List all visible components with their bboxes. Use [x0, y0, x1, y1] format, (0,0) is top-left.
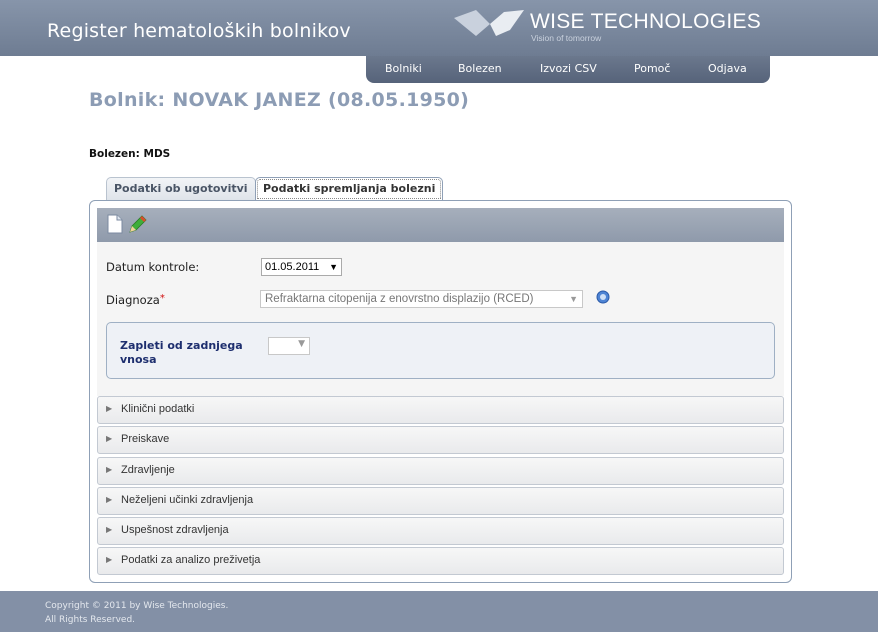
complications-label: Zapleti od zadnjega vnosa — [120, 339, 243, 366]
nav-item-bolniki[interactable]: Bolniki — [385, 56, 422, 82]
section-uspesnost[interactable]: ▶ Uspešnost zdravljenja — [97, 517, 784, 545]
triangle-right-icon: ▶ — [106, 404, 113, 413]
date-value: 01.05.2011 — [265, 261, 320, 273]
logo-name: WISE TECHNOLOGIES — [530, 10, 762, 33]
date-select[interactable]: 01.05.2011 ▼ — [261, 258, 342, 276]
section-klinicni-podatki[interactable]: ▶ Klinični podatki — [97, 396, 784, 424]
complications-select[interactable]: ▼ — [268, 337, 310, 355]
chevron-down-icon: ▼ — [298, 339, 305, 349]
triangle-right-icon: ▶ — [106, 434, 113, 443]
patient-title: Bolnik: NOVAK JANEZ (08.05.1950) — [89, 89, 470, 111]
triangle-right-icon: ▶ — [106, 555, 113, 564]
chevron-down-icon: ▼ — [569, 294, 578, 304]
section-zdravljenje[interactable]: ▶ Zdravljenje — [97, 457, 784, 485]
logo-mark-icon — [454, 10, 524, 36]
company-logo: WISE TECHNOLOGIES Vision of tomorrow — [452, 4, 772, 44]
edit-pencil-icon[interactable] — [127, 213, 149, 235]
nav-item-odjava[interactable]: Odjava — [708, 56, 747, 82]
main-nav: Bolniki Bolezen Izvozi CSV Pomoč Odjava — [366, 56, 770, 83]
diagnosis-value: Refraktarna citopenija z enovrstno displ… — [265, 293, 534, 305]
tab-podatki-spremljanja[interactable]: Podatki spremljanja bolezni — [255, 177, 444, 201]
logo-tagline: Vision of tomorrow — [531, 33, 602, 43]
required-marker: * — [159, 293, 165, 304]
section-label: Neželjeni učinki zdravljenja — [121, 494, 254, 506]
diagnosis-label: Diagnoza* — [106, 293, 165, 307]
footer-copyright: Copyright © 2011 by Wise Technologies. — [45, 601, 229, 611]
form-area: Datum kontrole: 01.05.2011 ▼ Diagnoza* R… — [97, 242, 784, 396]
triangle-right-icon: ▶ — [106, 465, 113, 474]
footer: Copyright © 2011 by Wise Technologies. A… — [0, 591, 878, 632]
date-label: Datum kontrole: — [106, 260, 200, 274]
section-label: Uspešnost zdravljenja — [121, 524, 229, 536]
main-panel: Datum kontrole: 01.05.2011 ▼ Diagnoza* R… — [89, 200, 792, 583]
nav-item-pomoc[interactable]: Pomoč — [634, 56, 670, 82]
footer-rights: All Rights Reserved. — [45, 615, 136, 625]
section-label: Klinični podatki — [121, 403, 195, 415]
section-label: Preiskave — [121, 433, 170, 445]
tab-podatki-ob-ugotovitvi[interactable]: Podatki ob ugotovitvi — [106, 177, 256, 200]
app-title: Register hematoloških bolnikov — [47, 20, 351, 42]
diagnosis-select[interactable]: Refraktarna citopenija z enovrstno displ… — [260, 290, 583, 308]
complications-box: Zapleti od zadnjega vnosa ▼ — [106, 322, 775, 379]
toolbar — [97, 208, 784, 242]
diagnosis-label-text: Diagnoza — [106, 293, 160, 307]
section-analiza-prezivetja[interactable]: ▶ Podatki za analizo preživetja — [97, 547, 784, 575]
section-preiskave[interactable]: ▶ Preiskave — [97, 426, 784, 454]
new-document-icon[interactable] — [104, 213, 126, 235]
help-icon[interactable] — [596, 290, 610, 304]
section-nezeljeni-ucinki[interactable]: ▶ Neželjeni učinki zdravljenja — [97, 487, 784, 515]
section-label: Podatki za analizo preživetja — [121, 554, 261, 566]
chevron-down-icon: ▼ — [329, 262, 338, 272]
disease-label: Bolezen: MDS — [89, 148, 171, 160]
nav-item-izvozi-csv[interactable]: Izvozi CSV — [540, 56, 597, 82]
triangle-right-icon: ▶ — [106, 525, 113, 534]
header-bar: Register hematoloških bolnikov WISE TECH… — [0, 0, 878, 56]
nav-item-bolezen[interactable]: Bolezen — [458, 56, 502, 82]
section-label: Zdravljenje — [121, 464, 175, 476]
triangle-right-icon: ▶ — [106, 495, 113, 504]
